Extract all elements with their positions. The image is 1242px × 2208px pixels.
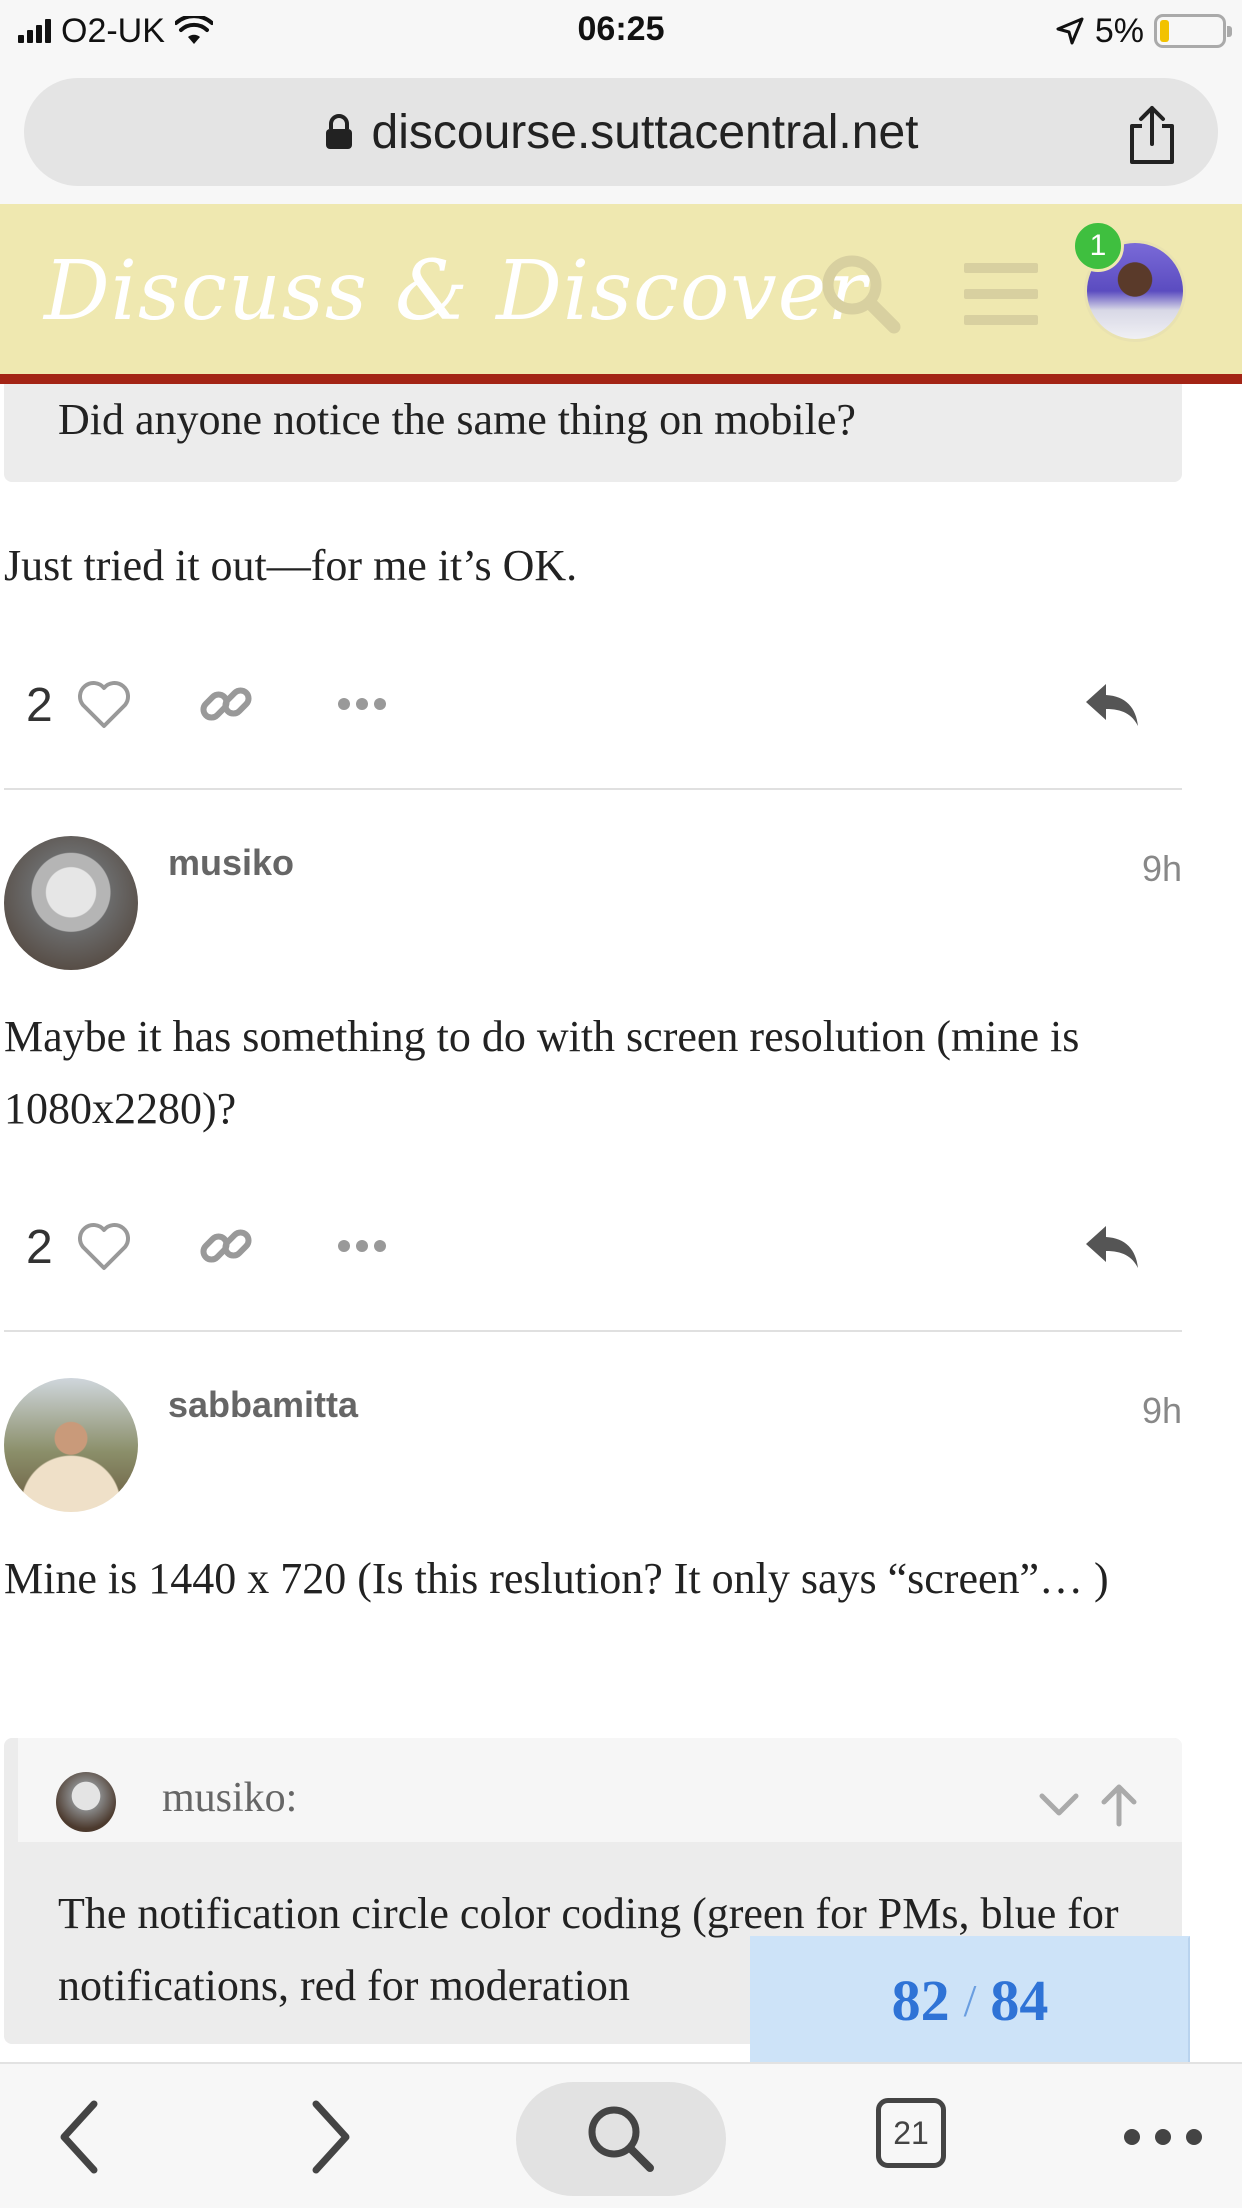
search-button[interactable] (516, 2082, 726, 2196)
avatar (56, 1772, 116, 1832)
post-body: Mine is 1440 x 720 (Is this reslution? I… (4, 1554, 1109, 1603)
more-icon[interactable] (1118, 2092, 1208, 2182)
hamburger-menu-icon[interactable] (956, 249, 1046, 339)
status-right: 5% (1055, 10, 1232, 52)
notification-badge: 1 (1072, 220, 1124, 272)
battery-percent: 5% (1094, 11, 1144, 50)
location-arrow-icon (1056, 17, 1084, 45)
url-text: discourse.suttacentral.net (371, 105, 919, 159)
reply-icon[interactable] (1082, 674, 1142, 734)
address-display: discourse.suttacentral.net (24, 78, 1218, 186)
post-divider (4, 1330, 1182, 1332)
arrow-up-icon[interactable] (1094, 1780, 1144, 1830)
link-icon[interactable] (196, 1216, 256, 1276)
back-arrow-icon[interactable] (50, 2092, 110, 2182)
avatar[interactable] (4, 1378, 138, 1512)
progress-total: 84 (990, 1967, 1049, 2033)
topic-progress[interactable]: 82 / 84 (750, 1936, 1190, 2064)
address-bar[interactable]: discourse.suttacentral.net (24, 78, 1218, 186)
like-count[interactable]: 2 (26, 1220, 53, 1275)
quote-header: musiko: (18, 1738, 1182, 1842)
site-logo[interactable]: Discuss & Discover (44, 244, 867, 339)
progress-current: 82 (891, 1967, 950, 2033)
heart-icon[interactable] (74, 1216, 134, 1276)
post-time[interactable]: 9h (1142, 1390, 1182, 1432)
lock-icon (325, 114, 352, 149)
heart-icon[interactable] (74, 674, 134, 734)
link-icon[interactable] (196, 674, 256, 734)
avatar[interactable] (4, 836, 138, 970)
tabs-button[interactable]: 21 (876, 2098, 946, 2168)
chevron-down-icon[interactable] (1034, 1780, 1084, 1830)
post-actions: 2 (0, 660, 1182, 750)
username[interactable]: sabbamitta (168, 1384, 358, 1426)
user-menu-button[interactable]: 1 (1072, 220, 1186, 342)
battery-icon (1154, 14, 1232, 48)
post-actions: 2 (0, 1202, 1182, 1292)
quote-block: Did anyone notice the same thing on mobi… (4, 384, 1182, 482)
like-count[interactable]: 2 (26, 678, 53, 733)
quote-author: musiko: (162, 1775, 298, 1821)
site-header: Discuss & Discover 1 (0, 204, 1242, 384)
search-icon (588, 2106, 654, 2172)
share-icon[interactable] (1124, 104, 1180, 166)
more-icon[interactable] (332, 1216, 392, 1276)
forward-arrow-icon[interactable] (300, 2092, 360, 2182)
more-icon[interactable] (332, 674, 392, 734)
progress-separator: / (963, 1974, 977, 2026)
quote-text: Did anyone notice the same thing on mobi… (58, 395, 856, 444)
status-bar: O2-UK 06:25 5% (0, 0, 1242, 62)
post-divider (4, 788, 1182, 790)
post-time[interactable]: 9h (1142, 848, 1182, 890)
post-body: Just tried it out—for me it’s OK. (4, 541, 578, 590)
search-icon[interactable] (816, 249, 906, 339)
reply-icon[interactable] (1082, 1216, 1142, 1276)
browser-toolbar: 21 (0, 2062, 1242, 2208)
browser-chrome: discourse.suttacentral.net (0, 62, 1242, 204)
username[interactable]: musiko (168, 842, 294, 884)
post-body: Maybe it has something to do with screen… (4, 1012, 1080, 1133)
